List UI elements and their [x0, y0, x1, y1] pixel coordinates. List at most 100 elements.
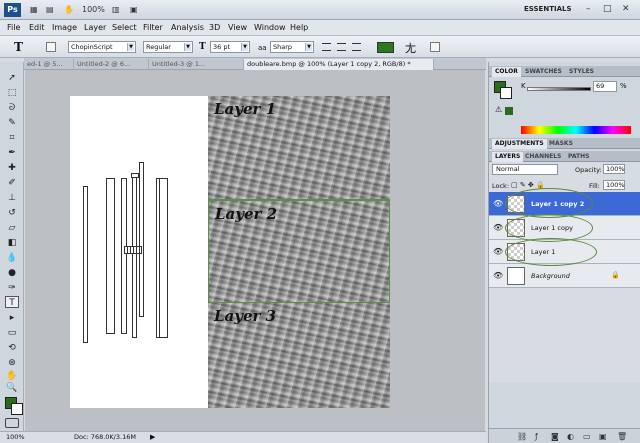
fill-field[interactable]: 100% [603, 180, 625, 190]
align-left-icon[interactable] [322, 43, 331, 51]
lasso-tool-icon[interactable]: ᘐ [5, 102, 19, 114]
arrange-docs-icon[interactable]: ▥ [112, 4, 120, 16]
hand-tool-icon[interactable]: ✋ [64, 4, 74, 16]
menu-view[interactable]: View [228, 23, 247, 32]
quick-select-tool-icon[interactable]: ✎ [5, 117, 19, 129]
eraser-tool-icon[interactable]: ▱ [5, 222, 19, 234]
mask-icon[interactable]: ◙ [551, 432, 559, 441]
k-slider[interactable] [527, 87, 591, 91]
gradient-tool-icon[interactable]: ◧ [5, 237, 19, 249]
k-label: K [521, 82, 526, 90]
gamut-swatch[interactable] [505, 107, 513, 115]
eye-icon[interactable]: 👁 [493, 199, 503, 208]
layer-name[interactable]: Background [531, 272, 570, 280]
status-arrow-icon[interactable]: ▶ [150, 432, 155, 443]
minimize-button[interactable]: – [586, 5, 591, 14]
menu-image[interactable]: Image [52, 23, 77, 32]
warp-text-icon[interactable]: ⺐ [405, 40, 416, 56]
opacity-field[interactable]: 100% [603, 164, 625, 174]
menu-file[interactable]: File [7, 23, 20, 32]
background-color-swatch[interactable] [11, 403, 23, 415]
link-icon[interactable]: ⛓ [517, 432, 527, 441]
color-spectrum[interactable] [521, 126, 631, 134]
tab-adjustments[interactable]: ADJUSTMENTS [492, 139, 547, 149]
zoom-tool-icon[interactable]: 🔍 [5, 382, 19, 394]
type-tool-icon[interactable]: T [14, 40, 23, 54]
shape-tool-icon[interactable]: ▭ [5, 327, 19, 339]
zoom-level[interactable]: 100% [82, 4, 105, 16]
adjustment-layer-icon[interactable]: ◐ [567, 432, 574, 441]
path-select-tool-icon[interactable]: ▸ [5, 312, 19, 324]
screen-mode-icon[interactable]: ▣ [130, 4, 138, 16]
blur-tool-icon[interactable]: 💧 [5, 252, 19, 264]
healing-tool-icon[interactable]: ✚ [5, 162, 19, 174]
menu-analysis[interactable]: Analysis [171, 23, 204, 32]
plank-shape [132, 174, 137, 338]
menu-window[interactable]: Window [254, 23, 286, 32]
hand-tool-icon[interactable]: ✋ [5, 370, 19, 382]
brush-tool-icon[interactable]: ✐ [5, 177, 19, 189]
blend-mode-select[interactable]: Normal [492, 164, 558, 175]
plank-shape [83, 186, 88, 343]
maximize-button[interactable]: □ [603, 5, 612, 14]
status-zoom[interactable]: 100% [6, 432, 25, 443]
tab-doc-1[interactable]: ed-1 @ 5... [24, 59, 74, 70]
fx-icon[interactable]: ƒ [535, 432, 538, 441]
3d-rotate-tool-icon[interactable]: ⟲ [5, 342, 19, 354]
menu-3d[interactable]: 3D [209, 23, 220, 32]
eyedropper-tool-icon[interactable]: ✒ [5, 147, 19, 159]
font-size-select[interactable]: 36 pt ▼ [210, 41, 250, 53]
close-button[interactable]: ✕ [622, 5, 630, 14]
new-layer-icon[interactable]: ▣ [599, 432, 607, 441]
menu-edit[interactable]: Edit [29, 23, 45, 32]
tab-swatches[interactable]: SWATCHES [522, 67, 565, 77]
font-family-select[interactable]: ChopinScript ▼ [68, 41, 136, 53]
folder-icon[interactable]: ▭ [583, 432, 591, 441]
3d-orbit-tool-icon[interactable]: ⊛ [5, 357, 19, 369]
orientation-toggle-icon[interactable] [46, 42, 56, 52]
antialias-select[interactable]: Sharp ▼ [270, 41, 314, 53]
marquee-tool-icon[interactable]: ⬚ [5, 87, 19, 99]
tab-color[interactable]: COLOR [492, 67, 521, 77]
photoshop-window: Ps ▦ ▤ ✋ 100% ▥ ▣ ESSENTIALS – □ ✕ File … [0, 0, 640, 443]
menu-filter[interactable]: Filter [143, 23, 163, 32]
crop-tool-icon[interactable]: ⌗ [5, 132, 19, 144]
warning-icon[interactable]: ⚠ [495, 105, 502, 114]
color-panel-tabs: COLOR SWATCHES STYLES [489, 66, 640, 77]
tab-doc-2[interactable]: Untitled-2 @ 6... [74, 59, 149, 70]
quick-mask-icon[interactable] [5, 418, 19, 428]
eye-icon[interactable]: 👁 [493, 271, 503, 280]
document-canvas[interactable]: Layer 1 Layer 2 Layer 3 [70, 96, 390, 408]
view-extras-icon[interactable]: ▤ [46, 4, 54, 16]
menu-layer[interactable]: Layer [84, 23, 106, 32]
type-tool-icon[interactable]: T [5, 296, 19, 308]
move-tool-icon[interactable]: ➚ [5, 72, 19, 84]
align-right-icon[interactable] [352, 43, 361, 51]
tab-masks[interactable]: MASKS [546, 139, 576, 149]
align-center-icon[interactable] [337, 43, 346, 51]
history-brush-tool-icon[interactable]: ↺ [5, 207, 19, 219]
tab-styles[interactable]: STYLES [566, 67, 597, 77]
workspace-switcher[interactable]: ESSENTIALS [524, 5, 572, 13]
eye-icon[interactable]: 👁 [493, 223, 503, 232]
text-color-swatch[interactable] [377, 42, 394, 53]
font-style-select[interactable]: Regular ▼ [143, 41, 193, 53]
color-bg-swatch[interactable] [500, 87, 512, 99]
stamp-tool-icon[interactable]: ⊥ [5, 192, 19, 204]
layer-row[interactable]: 👁 Background 🔒 [489, 264, 640, 288]
trash-icon[interactable]: 🗑 [617, 432, 627, 441]
tab-paths[interactable]: PATHS [565, 152, 592, 162]
pen-tool-icon[interactable]: ✑ [5, 282, 19, 294]
tab-doc-3[interactable]: Untitled-3 @ 1... [149, 59, 244, 70]
k-value-field[interactable]: 69 [593, 81, 617, 92]
bridge-icon[interactable]: ▦ [30, 4, 38, 16]
tab-layers[interactable]: LAYERS [492, 152, 524, 162]
tab-doc-active[interactable]: doubleare.bmp @ 100% (Layer 1 copy 2, RG… [244, 59, 434, 70]
dodge-tool-icon[interactable]: ● [5, 267, 19, 279]
canvas-area[interactable]: Layer 1 Layer 2 Layer 3 [25, 70, 485, 431]
eye-icon[interactable]: 👁 [493, 247, 503, 256]
character-panel-icon[interactable] [430, 42, 440, 52]
tab-channels[interactable]: CHANNELS [522, 152, 564, 162]
menu-select[interactable]: Select [112, 23, 137, 32]
menu-help[interactable]: Help [290, 23, 308, 32]
